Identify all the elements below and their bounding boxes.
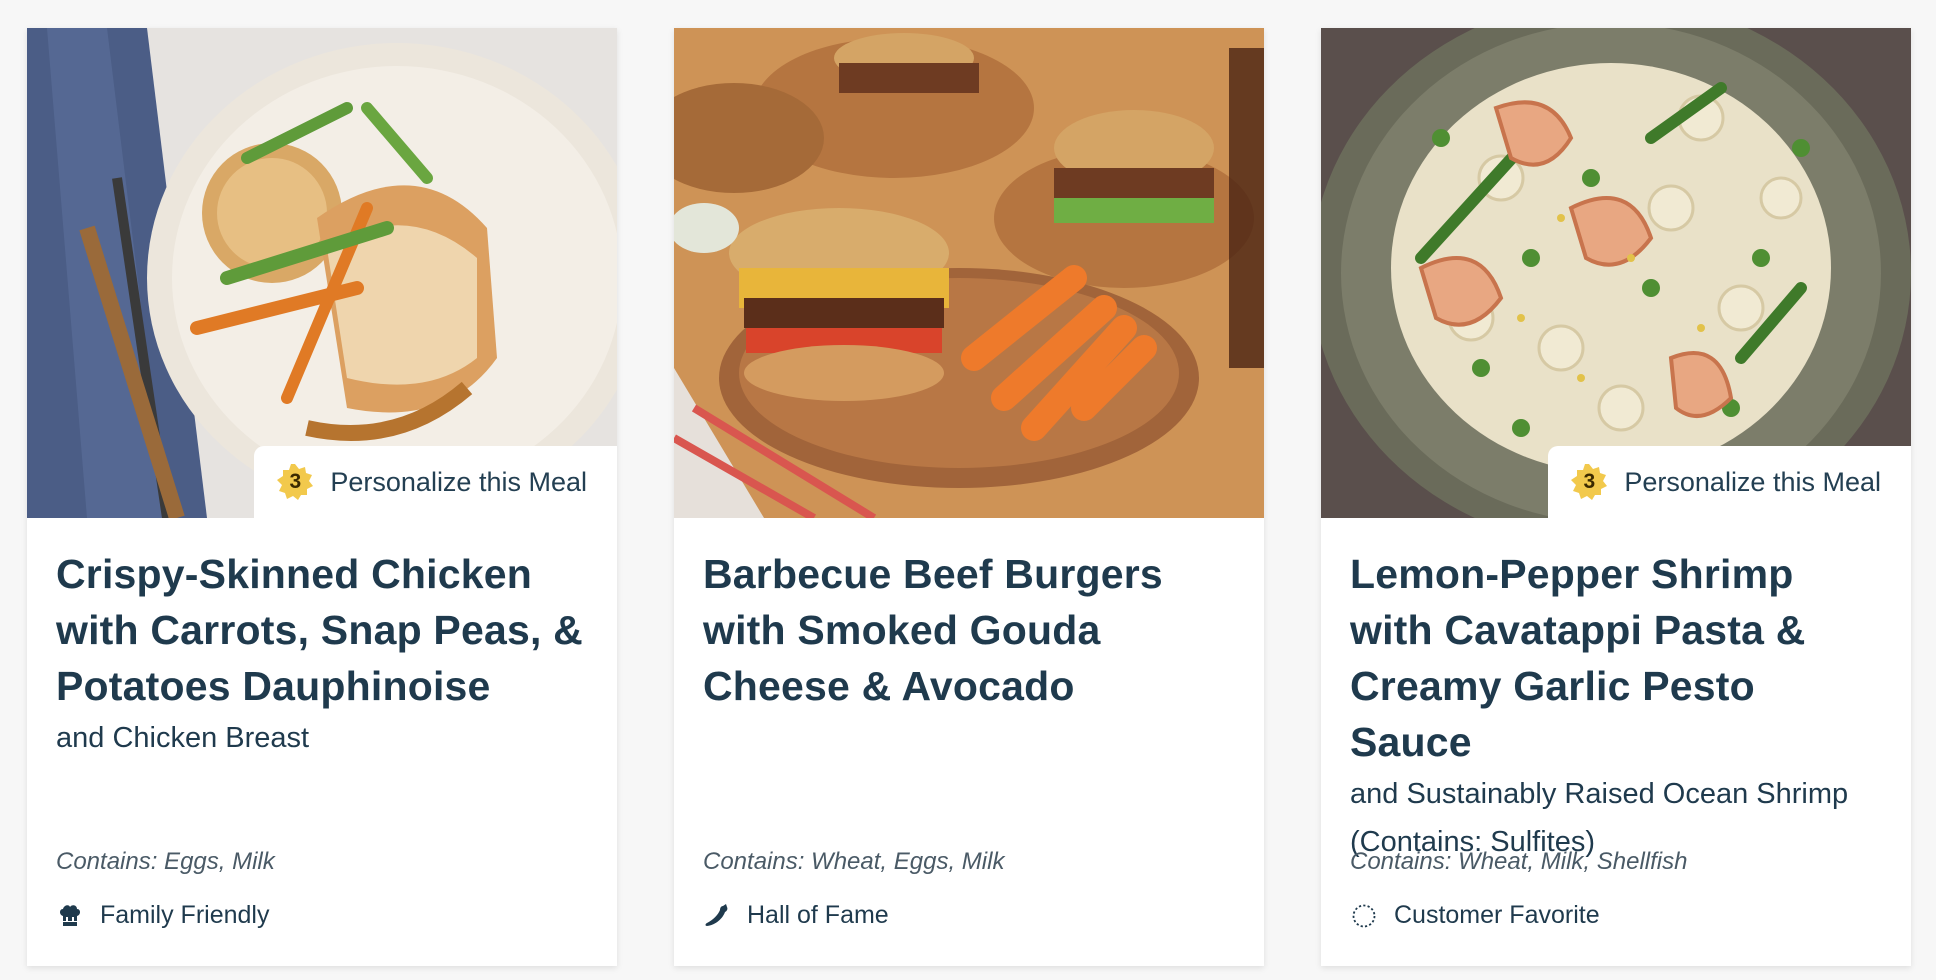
badge-count-icon: 3 xyxy=(276,463,314,501)
meal-card-body: Lemon-Pepper Shrimp with Cavatappi Pasta… xyxy=(1321,518,1911,866)
meal-tag: Family Friendly xyxy=(56,901,269,930)
meal-card[interactable]: 3 Personalize this Meal Lemon-Pepper Shr… xyxy=(1321,28,1911,966)
allergen-info: Contains: Wheat, Eggs, Milk xyxy=(703,848,1005,875)
meal-title[interactable]: Crispy-Skinned Chicken with Carrots, Sna… xyxy=(56,546,588,714)
meal-tag-label: Family Friendly xyxy=(100,901,270,929)
badge-count-icon: 3 xyxy=(1570,463,1608,501)
meal-photo-shrimp[interactable]: 3 Personalize this Meal xyxy=(1321,28,1911,518)
meal-title[interactable]: Lemon-Pepper Shrimp with Cavatappi Pasta… xyxy=(1350,546,1882,770)
meal-card[interactable]: Barbecue Beef Burgers with Smoked Gouda … xyxy=(674,28,1264,966)
personalize-meal-badge[interactable]: 3 Personalize this Meal xyxy=(254,446,617,518)
badge-count: 3 xyxy=(1583,470,1596,493)
meal-photo-burgers[interactable] xyxy=(674,28,1264,518)
meal-tag-label: Customer Favorite xyxy=(1394,901,1600,929)
meal-card-body: Barbecue Beef Burgers with Smoked Gouda … xyxy=(674,518,1264,714)
meal-subtitle: and Chicken Breast xyxy=(56,722,310,754)
meal-tag: Hall of Fame xyxy=(703,901,889,930)
chili-pepper-icon xyxy=(703,902,731,930)
allergen-info: Contains: Wheat, Milk, Shellfish xyxy=(1350,848,1688,875)
badge-label: Personalize this Meal xyxy=(1624,466,1881,497)
meal-tag: Customer Favorite xyxy=(1350,901,1600,930)
meal-card-list: 3 Personalize this Meal Crispy-Skinned C… xyxy=(27,28,1911,966)
meal-card[interactable]: 3 Personalize this Meal Crispy-Skinned C… xyxy=(27,28,617,966)
meal-photo-chicken[interactable]: 3 Personalize this Meal xyxy=(27,28,617,518)
chef-hat-icon xyxy=(56,902,84,930)
badge-label: Personalize this Meal xyxy=(330,466,587,497)
dotted-circle-icon xyxy=(1350,902,1378,930)
meal-tag-label: Hall of Fame xyxy=(747,901,889,929)
meal-title[interactable]: Barbecue Beef Burgers with Smoked Gouda … xyxy=(703,546,1235,714)
meal-card-body: Crispy-Skinned Chicken with Carrots, Sna… xyxy=(27,518,617,762)
personalize-meal-badge[interactable]: 3 Personalize this Meal xyxy=(1548,446,1911,518)
allergen-info: Contains: Eggs, Milk xyxy=(56,848,275,875)
badge-count: 3 xyxy=(289,470,302,493)
